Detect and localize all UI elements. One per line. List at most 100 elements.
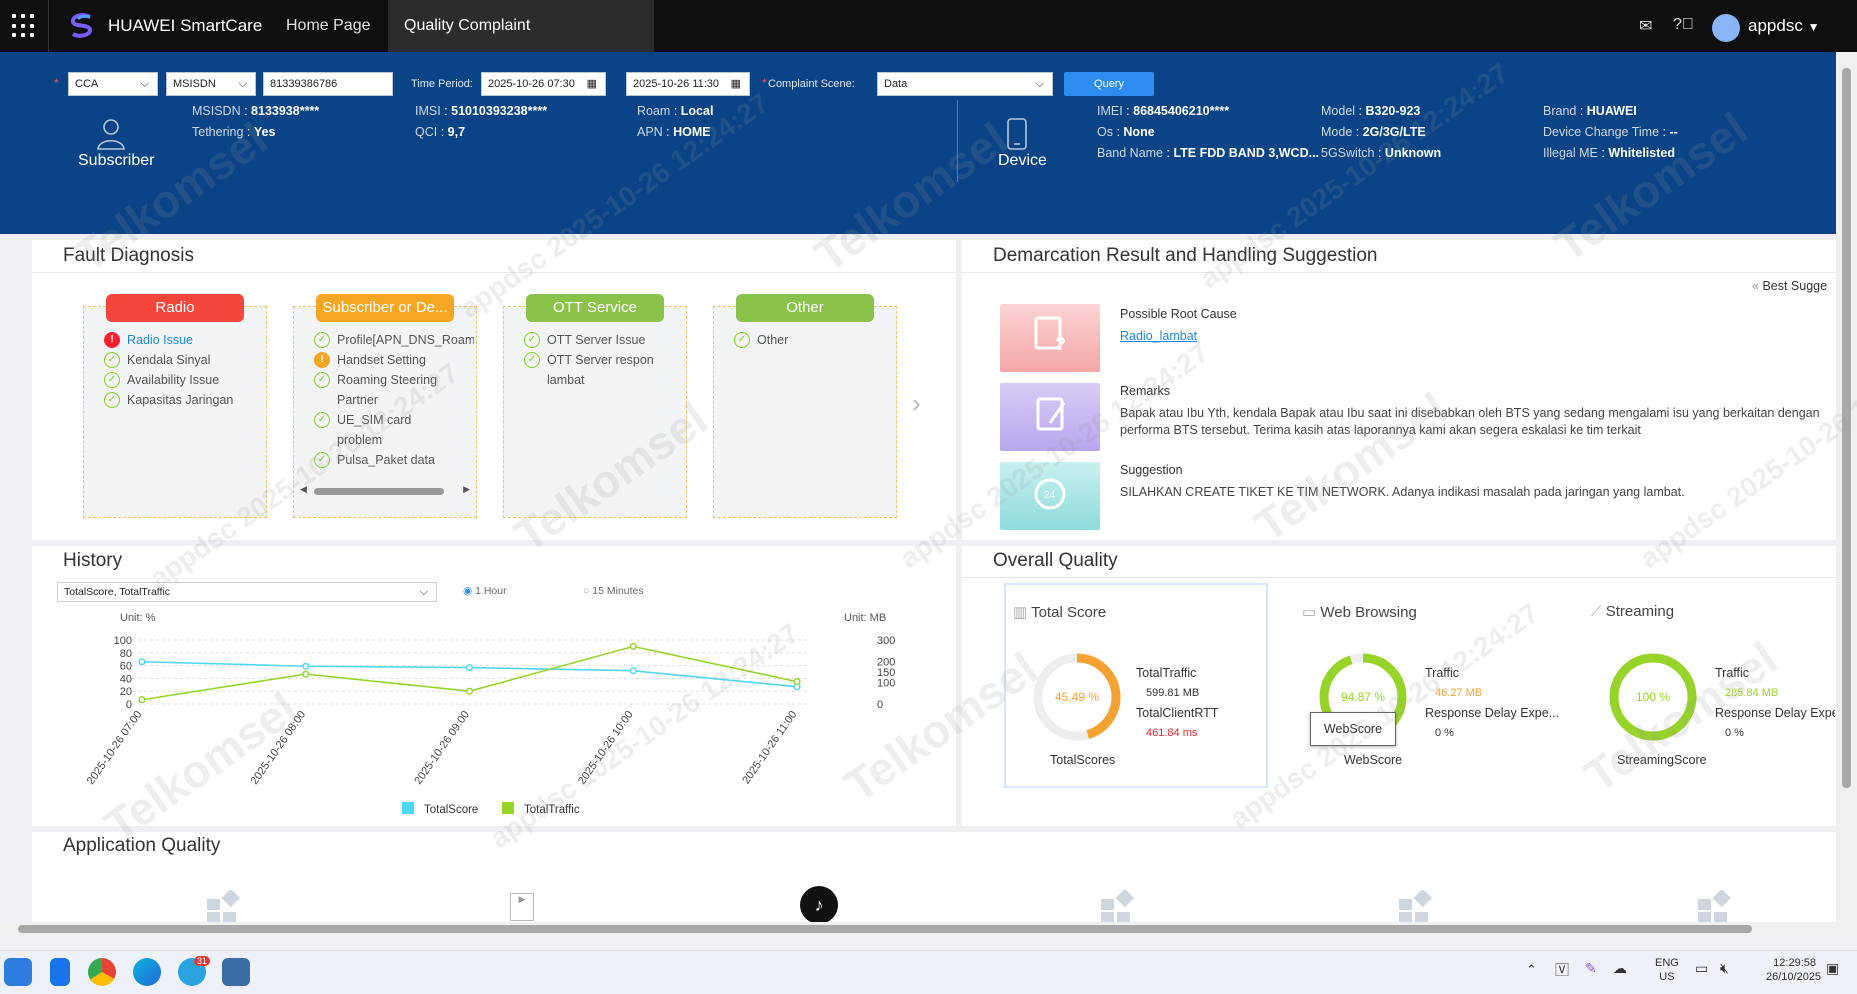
check-icon: ✓ (314, 332, 330, 348)
data-point[interactable] (302, 670, 310, 678)
data-point[interactable] (302, 662, 310, 670)
horizontal-scrollbar[interactable]: ◀ ▶ (300, 484, 470, 497)
y-tick-left: 20 (120, 686, 132, 698)
suggestion-label: Suggestion (1120, 463, 1183, 477)
legend-swatch[interactable] (502, 802, 514, 814)
root-cause-link[interactable]: Radio_lambat (1120, 329, 1197, 343)
fault-item: ✓ Pulsa_Paket data (314, 450, 474, 470)
chevron-up-icon[interactable]: ⌃ (1526, 962, 1537, 978)
data-point[interactable] (465, 687, 474, 695)
fault-item: ✓ Other (734, 330, 896, 350)
tab-quality-complaint[interactable]: Quality Complaint Handling(V...✕ (388, 0, 654, 87)
tab-home-page[interactable]: Home Page (270, 0, 387, 52)
horizontal-scrollbar[interactable] (0, 922, 1836, 936)
divider (962, 272, 1836, 273)
id-type-select[interactable]: MSISDN ⌵ (166, 72, 256, 96)
app-generic-icon[interactable] (1100, 888, 1134, 924)
youtube-icon[interactable]: ▶ (510, 893, 534, 921)
start-time-input[interactable]: 2025-10-26 07:30 ▦ (481, 72, 606, 96)
divider (32, 272, 956, 273)
start-icon[interactable] (4, 958, 32, 986)
fault-card-radio[interactable]: Radio ! Radio Issue ✓ Kendala Sinyal ✓ Avai… (83, 294, 267, 518)
user-menu[interactable]: appdsc ▼ (1748, 16, 1819, 36)
divider (48, 0, 49, 52)
app-icon[interactable] (222, 958, 250, 986)
end-time-input[interactable]: 2025-10-26 11:30 ▦ (626, 72, 750, 96)
metric-select[interactable]: TotalScore, TotalTraffic ⌵ (57, 582, 437, 602)
data-point[interactable] (138, 696, 146, 704)
device-title: Device (998, 152, 1047, 169)
chrome-icon[interactable] (88, 958, 116, 986)
line-chart-icon: ⟋ (1591, 603, 1602, 620)
notepad-icon[interactable] (50, 958, 70, 986)
legend-label[interactable]: TotalTraffic (524, 804, 580, 816)
y-tick-right: 100 (877, 678, 895, 690)
calendar-icon[interactable]: ▦ (587, 73, 597, 95)
app-generic-icon[interactable] (1697, 888, 1731, 924)
total-traffic-value: 599.81 MB (1146, 687, 1200, 699)
web-browsing-header: ▭ Web Browsing (1302, 604, 1417, 621)
warning-icon: ! (314, 352, 330, 368)
complaint-scene-select[interactable]: Data ⌵ (877, 72, 1053, 96)
application-quality-title: Application Quality (63, 835, 221, 856)
check-icon: ✓ (104, 352, 120, 368)
query-button[interactable]: Query (1064, 72, 1154, 96)
app-grid-icon[interactable] (12, 14, 38, 40)
mail-icon[interactable]: ✉ (1639, 16, 1652, 36)
type-value: CCA (75, 78, 99, 90)
legend-swatch[interactable] (402, 802, 414, 814)
tiktok-icon[interactable]: ♪ (800, 886, 838, 924)
help-icon[interactable]: ?⃝ (1673, 16, 1694, 34)
radio-selected-icon: ◉ (463, 585, 473, 597)
pen-icon[interactable]: ✎ (1585, 960, 1597, 977)
radio-1-hour[interactable]: ◉ 1 Hour (463, 585, 507, 597)
notifications-icon[interactable]: ▣ (1826, 960, 1839, 977)
fault-card-header: Radio (106, 294, 244, 322)
web-score-percent: 94.87 % (1340, 690, 1386, 704)
tray-app-icon[interactable]: 🅅 (1555, 960, 1569, 980)
chevron-down-icon: ⌵ (140, 78, 149, 90)
history-chart: Unit: % Unit: MB1008060402003002001501000… (85, 612, 896, 816)
required-mark: * (762, 76, 767, 90)
total-scores-caption: TotalScores (1050, 753, 1116, 767)
y-tick-left: 40 (120, 673, 132, 685)
metric-select-value: TotalScore, TotalTraffic (64, 586, 171, 598)
edge-icon[interactable] (133, 958, 161, 986)
best-suggestion-link[interactable]: « Best Sugge (1752, 279, 1827, 293)
total-score-percent: 45.49 % (1054, 690, 1100, 704)
data-point[interactable] (629, 642, 637, 650)
field-imsi: IMSI : 51010393238**** (415, 104, 548, 118)
streaming-score-caption: StreamingScore (1617, 753, 1707, 767)
device-phone-icon (1007, 118, 1027, 150)
avatar[interactable] (1712, 14, 1740, 42)
check-icon: ✓ (314, 412, 330, 428)
fault-card-header: Other (736, 294, 874, 322)
radio-15-minutes[interactable]: ○ 15 Minutes (583, 585, 644, 597)
error-icon: ! (104, 332, 120, 348)
volume-muted-icon[interactable]: 🔇︎ (1720, 960, 1729, 977)
legend-label[interactable]: TotalScore (424, 804, 478, 816)
data-point[interactable] (629, 667, 637, 675)
calendar-icon[interactable]: ▦ (731, 73, 741, 95)
cloud-icon[interactable]: ☁ (1613, 960, 1627, 977)
start-time-value: 2025-10-26 07:30 (488, 78, 575, 90)
time-period-label: Time Period: (411, 78, 473, 90)
check-icon: ✓ (104, 372, 120, 388)
chevron-right-icon[interactable]: › (912, 388, 921, 419)
language-indicator[interactable]: ENG US (1655, 956, 1679, 984)
app-generic-icon[interactable] (1398, 888, 1432, 924)
fault-card-other[interactable]: Other ✓ Other (713, 294, 897, 518)
network-icon[interactable]: ▭ (1695, 960, 1708, 977)
fault-item: ✓ Kapasitas Jaringan (104, 390, 266, 410)
type-select[interactable]: CCA ⌵ (68, 72, 158, 96)
data-point[interactable] (465, 663, 474, 672)
msisdn-input[interactable]: 81339386786 (263, 72, 393, 96)
data-point[interactable] (793, 678, 801, 686)
fault-card-subscriber[interactable]: Subscriber or De... ✓ Profile[APN_DNS_Roa… (293, 294, 477, 518)
subscriber-title: Subscriber (78, 152, 155, 169)
data-point[interactable] (138, 658, 146, 666)
clock[interactable]: 12:29:58 26/10/2025 (1766, 956, 1821, 984)
app-generic-icon[interactable] (206, 888, 240, 924)
vertical-scrollbar[interactable] (1836, 52, 1857, 936)
fault-card-ott[interactable]: OTT Service ✓ OTT Server Issue ✓ OTT Serve… (503, 294, 687, 518)
